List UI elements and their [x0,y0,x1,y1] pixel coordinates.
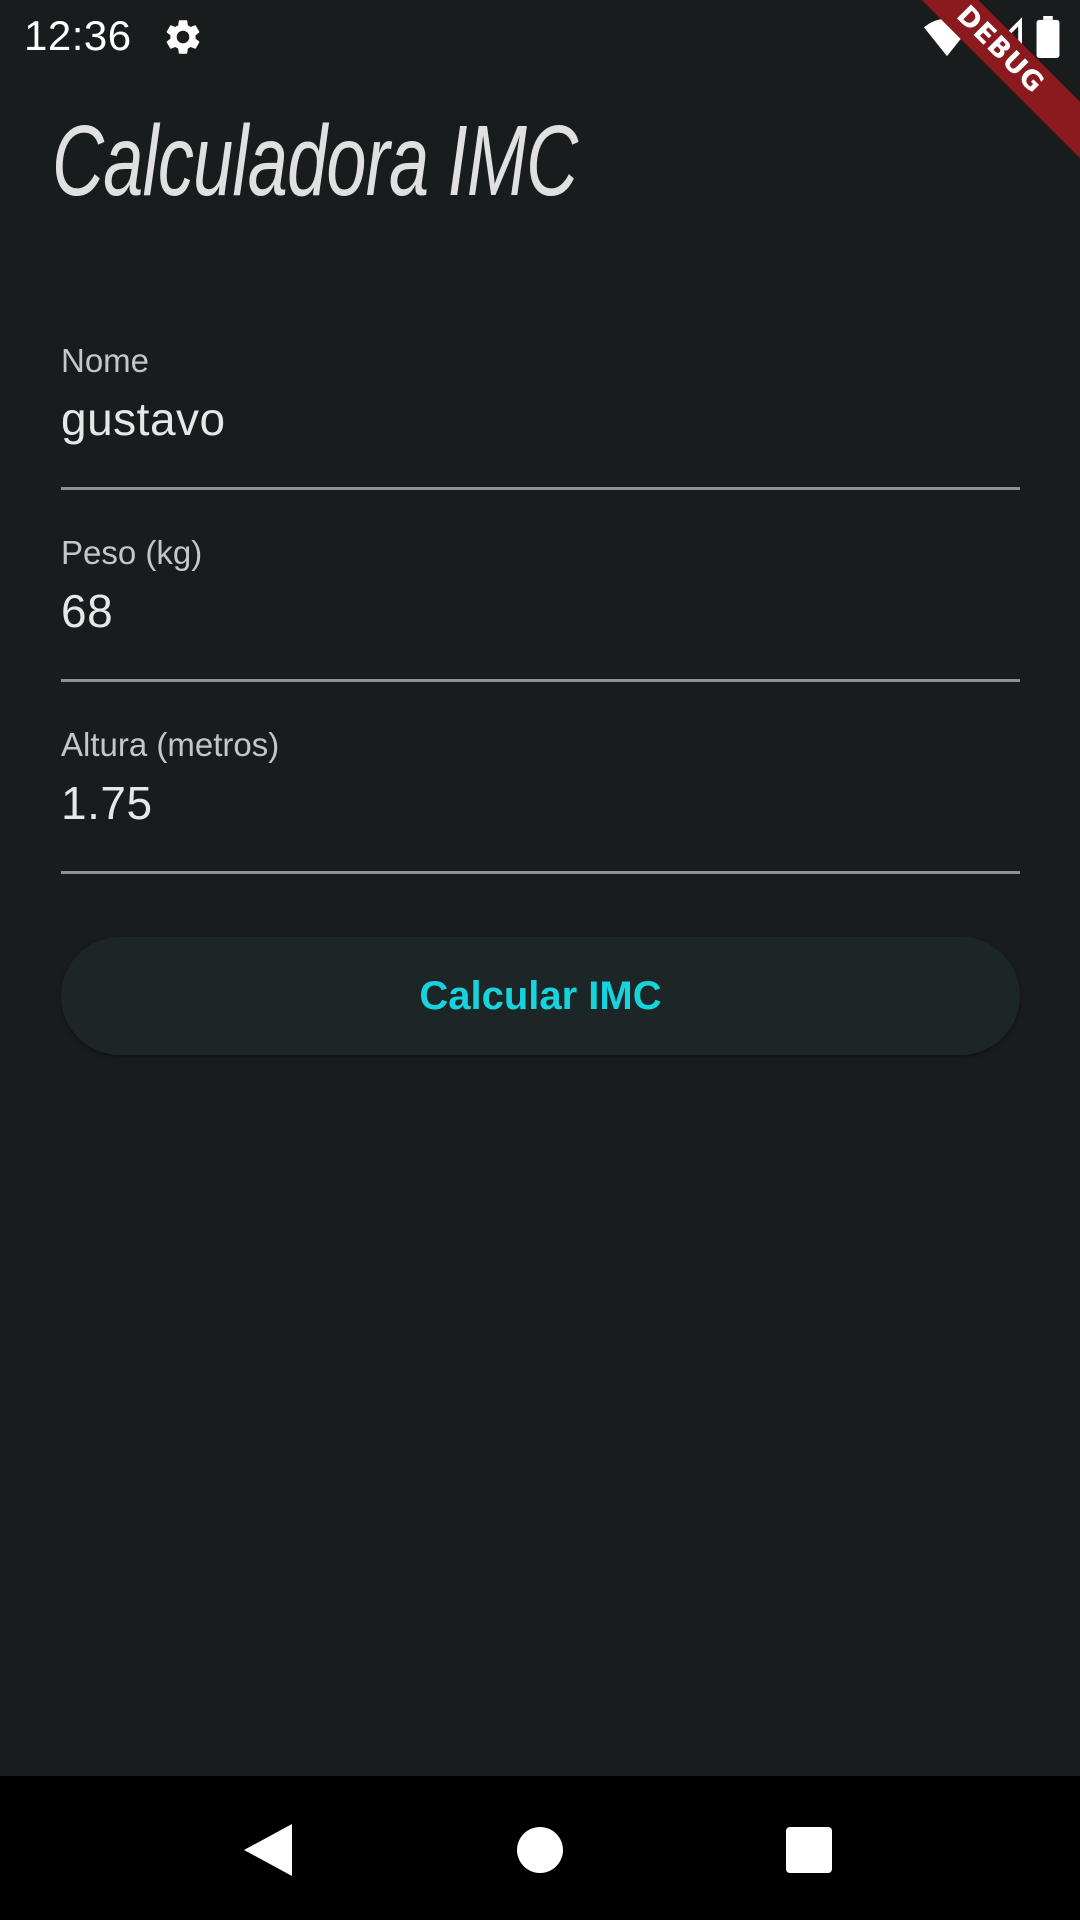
app-screen: 12:36 DEBUG Calculadora IMC Nome gustavo… [0,0,1080,1920]
back-button[interactable] [238,1820,298,1880]
battery-icon [1036,16,1060,58]
weight-field-underline [61,679,1020,682]
name-field[interactable]: Nome gustavo [61,342,1020,490]
home-button[interactable] [510,1820,570,1880]
home-icon [517,1827,563,1873]
recents-button[interactable] [779,1820,839,1880]
name-field-underline [61,487,1020,490]
height-field[interactable]: Altura (metros) 1.75 [61,726,1020,874]
height-field-label: Altura (metros) [61,726,280,763]
weight-field-label: Peso (kg) [61,534,203,571]
height-field-value[interactable]: 1.75 [61,776,153,830]
height-field-underline [61,871,1020,874]
name-field-label: Nome [61,342,150,379]
status-bar: 12:36 [0,0,1080,74]
page-title: Calculadora IMC [52,105,578,217]
status-time: 12:36 [24,12,132,59]
weight-field[interactable]: Peso (kg) 68 [61,534,1020,682]
calculate-bmi-button[interactable]: Calcular IMC [61,937,1020,1055]
name-field-value[interactable]: gustavo [61,392,226,446]
gear-icon [166,20,200,54]
back-icon [244,1824,292,1876]
weight-field-value[interactable]: 68 [61,584,113,638]
recents-icon [786,1827,832,1873]
